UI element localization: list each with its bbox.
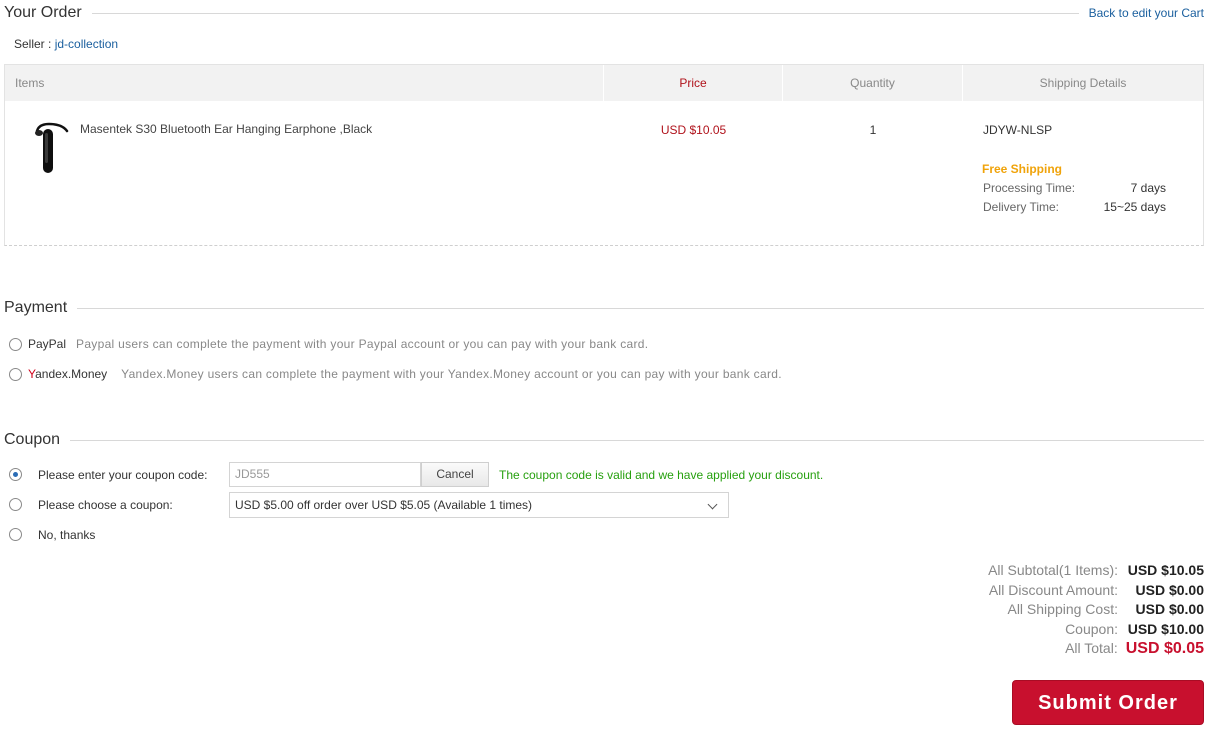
coupon-option-none[interactable]: No, thanks <box>9 528 95 542</box>
coupon-choose-radio[interactable] <box>9 498 22 511</box>
coupon-none-label: No, thanks <box>38 527 96 542</box>
delivery-time-row: Delivery Time: 15~25 days <box>983 200 1166 214</box>
divider <box>77 307 1204 309</box>
payment-option-paypal[interactable]: PayPal Paypal users can complete the pay… <box>9 337 648 351</box>
payment-title: Payment <box>4 299 68 316</box>
payment-header: Payment <box>4 299 1204 317</box>
coupon-select[interactable]: USD $5.00 off order over USD $5.05 (Avai… <box>229 492 729 518</box>
paypal-description: Paypal users can complete the payment wi… <box>76 337 649 351</box>
subtotal-row: All Subtotal(1 Items): USD $10.05 <box>988 562 1204 582</box>
coupon-select-value: USD $5.00 off order over USD $5.05 (Avai… <box>235 498 533 512</box>
coupon-header: Coupon <box>4 431 1204 449</box>
discount-label: All Discount Amount: <box>988 581 1118 598</box>
order-table: Items Price Quantity Shipping Details Ma… <box>4 64 1204 246</box>
shipping-code: JDYW-NLSP <box>983 123 1053 137</box>
product-name[interactable]: Masentek S30 Bluetooth Ear Hanging Earph… <box>80 122 372 136</box>
divider <box>91 12 1079 14</box>
coupon-valid-message: The coupon code is valid and we have app… <box>499 468 824 482</box>
seller-info: Seller : jd-collection <box>14 37 118 51</box>
free-shipping-label: Free Shipping <box>982 162 1063 176</box>
chevron-down-icon <box>707 499 718 510</box>
paypal-label[interactable]: PayPal <box>28 337 66 351</box>
paypal-radio[interactable] <box>9 337 22 351</box>
coupon-choose-label: Please choose a coupon: <box>38 497 173 512</box>
processing-time-label: Processing Time: <box>983 181 1076 195</box>
back-to-cart-link[interactable]: Back to edit your Cart <box>1079 6 1204 20</box>
bluetooth-earphone-image[interactable] <box>29 121 69 173</box>
divider <box>70 439 1204 441</box>
yandex-radio[interactable] <box>9 367 22 381</box>
yandex-label[interactable]: Yandex.Money <box>28 367 107 381</box>
coupon-option-choose[interactable]: Please choose a coupon: <box>9 498 173 512</box>
delivery-time-label: Delivery Time: <box>983 200 1060 214</box>
coupon-enter-label: Please enter your coupon code: <box>38 467 208 482</box>
shipping-cost-label: All Shipping Cost: <box>1007 601 1118 617</box>
coupon-total-label: Coupon: <box>1065 620 1118 637</box>
item-price: USD $10.05 <box>660 123 727 137</box>
discount-value: USD $0.00 <box>1135 581 1204 598</box>
order-header: Your Order Back to edit your Cart <box>4 4 1204 22</box>
delivery-time-value: 15~25 days <box>1103 200 1166 214</box>
shipping-cost-row: All Shipping Cost: USD $0.00 <box>988 601 1204 621</box>
coupon-code-input[interactable]: JD555 <box>229 462 421 487</box>
yandex-description: Yandex.Money users can complete the paym… <box>121 367 782 381</box>
subtotal-label: All Subtotal(1 Items): <box>988 562 1118 578</box>
coupon-option-enter[interactable]: Please enter your coupon code: <box>9 468 207 482</box>
total-row: All Total: USD $0.05 <box>988 640 1204 660</box>
total-value: USD $0.05 <box>1125 640 1204 657</box>
column-quantity: Quantity <box>783 65 963 101</box>
processing-time-value: 7 days <box>1130 181 1166 195</box>
subtotal-value: USD $10.05 <box>1127 562 1204 578</box>
item-quantity: 1 <box>869 123 877 137</box>
column-shipping: Shipping Details <box>1039 76 1127 90</box>
order-totals: All Subtotal(1 Items): USD $10.05 All Di… <box>988 562 1204 660</box>
table-header: Items Price Quantity Shipping Details <box>5 65 1203 101</box>
payment-option-yandex[interactable]: Yandex.Money Yandex.Money users can comp… <box>9 367 782 381</box>
coupon-cancel-button[interactable]: Cancel <box>421 462 489 487</box>
coupon-enter-radio[interactable] <box>9 468 22 481</box>
column-price: Price <box>604 65 783 101</box>
coupon-row: Coupon: USD $10.00 <box>988 621 1204 641</box>
processing-time-row: Processing Time: 7 days <box>983 181 1166 195</box>
column-items: Items <box>5 65 604 101</box>
seller-label: Seller : <box>14 37 52 51</box>
submit-order-button[interactable]: Submit Order <box>1012 680 1204 725</box>
total-label: All Total: <box>1065 640 1118 656</box>
coupon-total-value: USD $10.00 <box>1127 620 1204 637</box>
seller-link[interactable]: jd-collection <box>55 37 118 51</box>
yandex-label-text: andex.Money <box>35 367 108 381</box>
coupon-title: Coupon <box>4 431 61 448</box>
discount-row: All Discount Amount: USD $0.00 <box>988 582 1204 602</box>
coupon-none-radio[interactable] <box>9 528 22 541</box>
order-title: Your Order <box>4 4 82 21</box>
shipping-cost-value: USD $0.00 <box>1135 601 1204 617</box>
